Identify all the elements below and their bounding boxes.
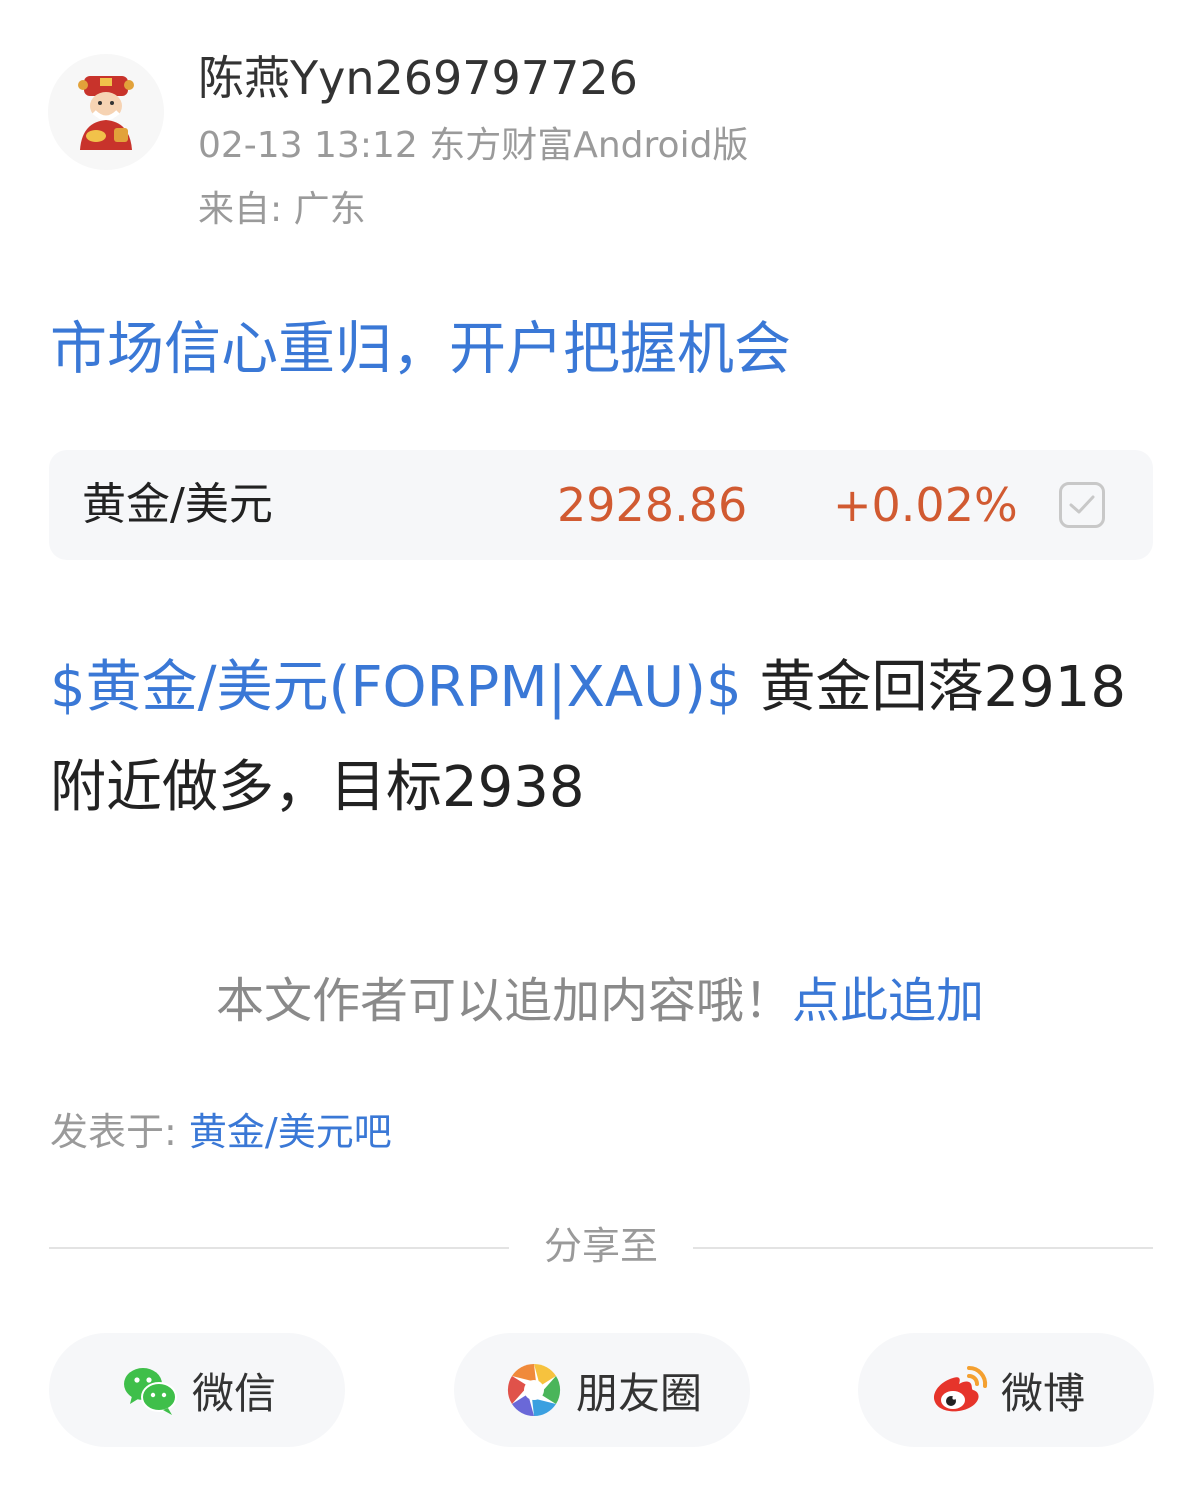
post-location: 来自: 广东 [198,189,366,230]
quote-price: 2928.86 [557,478,748,532]
wechat-icon [123,1368,177,1415]
share-wechat-button[interactable]: 微信 [49,1333,345,1447]
moments-icon [507,1363,561,1417]
append-prompt: 本文作者可以追加内容哦！点此追加 [0,966,1200,1036]
posted-in: 发表于: 黄金/美元吧 [50,1108,392,1156]
quote-name: 黄金/美元 [82,479,273,530]
share-weibo-button[interactable]: 微博 [858,1333,1154,1447]
quote-change: +0.02% [833,478,1018,532]
share-label: 分享至 [543,1224,658,1268]
avatar[interactable] [48,54,164,170]
post-title[interactable]: 市场信心重归，开户把握机会 [50,314,791,384]
append-note: 本文作者可以追加内容哦！ [215,973,792,1029]
divider [693,1247,1153,1249]
share-moments-label: 朋友圈 [575,1368,702,1418]
weibo-icon [933,1365,988,1412]
fortune-god-avatar-icon [48,54,164,170]
share-wechat-label: 微信 [191,1368,276,1418]
add-watchlist-checkbox-icon[interactable] [1059,482,1105,528]
post-meta: 02-13 13:12 东方财富Android版 [198,125,749,166]
append-link[interactable]: 点此追加 [792,973,984,1029]
post-body: $黄金/美元(FORPM|XAU)$ 黄金回落2918附近做多，目标2938 [50,638,1150,838]
stock-link[interactable]: $黄金/美元(FORPM|XAU)$ [50,655,742,720]
forum-link[interactable]: 黄金/美元吧 [189,1110,392,1154]
author-name[interactable]: 陈燕Yyn269797726 [198,50,638,106]
share-moments-button[interactable]: 朋友圈 [454,1333,750,1447]
divider [49,1247,509,1249]
posted-in-label: 发表于: [50,1110,189,1154]
share-weibo-label: 微博 [1000,1368,1085,1418]
quote-card[interactable]: 黄金/美元 2928.86 +0.02% [49,450,1153,560]
